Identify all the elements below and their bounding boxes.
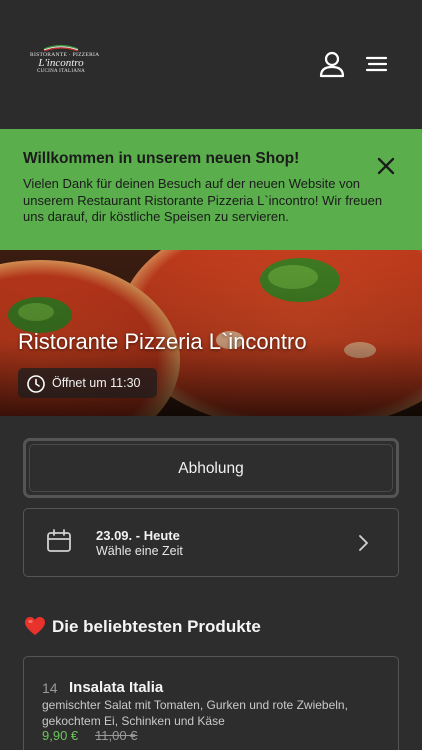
logo-line-2: L'incontro bbox=[38, 57, 84, 69]
header: RISTORANTE · PIZZERIA L'incontro CUCINA … bbox=[0, 0, 422, 129]
selected-date: 23.09. - Heute bbox=[96, 528, 180, 543]
logo-line-3: CUCINA ITALIANA bbox=[36, 69, 86, 74]
calendar-icon bbox=[47, 529, 71, 552]
popular-section-title: Die beliebtesten Produkte bbox=[24, 616, 261, 637]
flag-swoosh-icon bbox=[43, 44, 79, 51]
clock-icon bbox=[27, 375, 45, 393]
menu-icon[interactable] bbox=[363, 50, 391, 78]
welcome-banner: Willkommen in unserem neuen Shop! Vielen… bbox=[0, 129, 422, 250]
product-description: gemischter Salat mit Tomaten, Gurken und… bbox=[42, 698, 348, 728]
product-price: 9,90 € bbox=[42, 728, 79, 743]
product-card[interactable]: 14 Insalata Italia gemischter Salat mit … bbox=[23, 656, 399, 750]
product-old-price: 11,00 € bbox=[95, 728, 138, 743]
heart-icon bbox=[25, 617, 45, 635]
popular-section-label: Die beliebtesten Produkte bbox=[52, 617, 261, 636]
banner-title: Willkommen in unserem neuen Shop! bbox=[23, 150, 300, 167]
pickup-label: Abholung bbox=[178, 460, 244, 477]
restaurant-logo[interactable]: RISTORANTE · PIZZERIA L'incontro CUCINA … bbox=[30, 40, 99, 90]
product-number: 14 bbox=[42, 680, 58, 696]
close-icon[interactable] bbox=[376, 156, 396, 176]
date-time-selector[interactable]: 23.09. - Heute Wähle eine Zeit bbox=[23, 508, 399, 577]
banner-text: Vielen Dank für deinen Besuch auf der ne… bbox=[23, 176, 383, 224]
chevron-right-icon bbox=[359, 535, 368, 551]
choose-time-label: Wähle eine Zeit bbox=[96, 544, 183, 558]
restaurant-name: Ristorante Pizzeria L`incontro bbox=[18, 329, 307, 354]
opening-time-badge: Öffnet um 11:30 bbox=[18, 368, 157, 398]
user-icon[interactable] bbox=[318, 50, 346, 78]
page: RISTORANTE · PIZZERIA L'incontro CUCINA … bbox=[0, 0, 422, 750]
product-name: Insalata Italia bbox=[69, 679, 164, 696]
opening-time-text: Öffnet um 11:30 bbox=[52, 376, 141, 390]
pickup-button[interactable]: Abholung bbox=[23, 438, 399, 498]
